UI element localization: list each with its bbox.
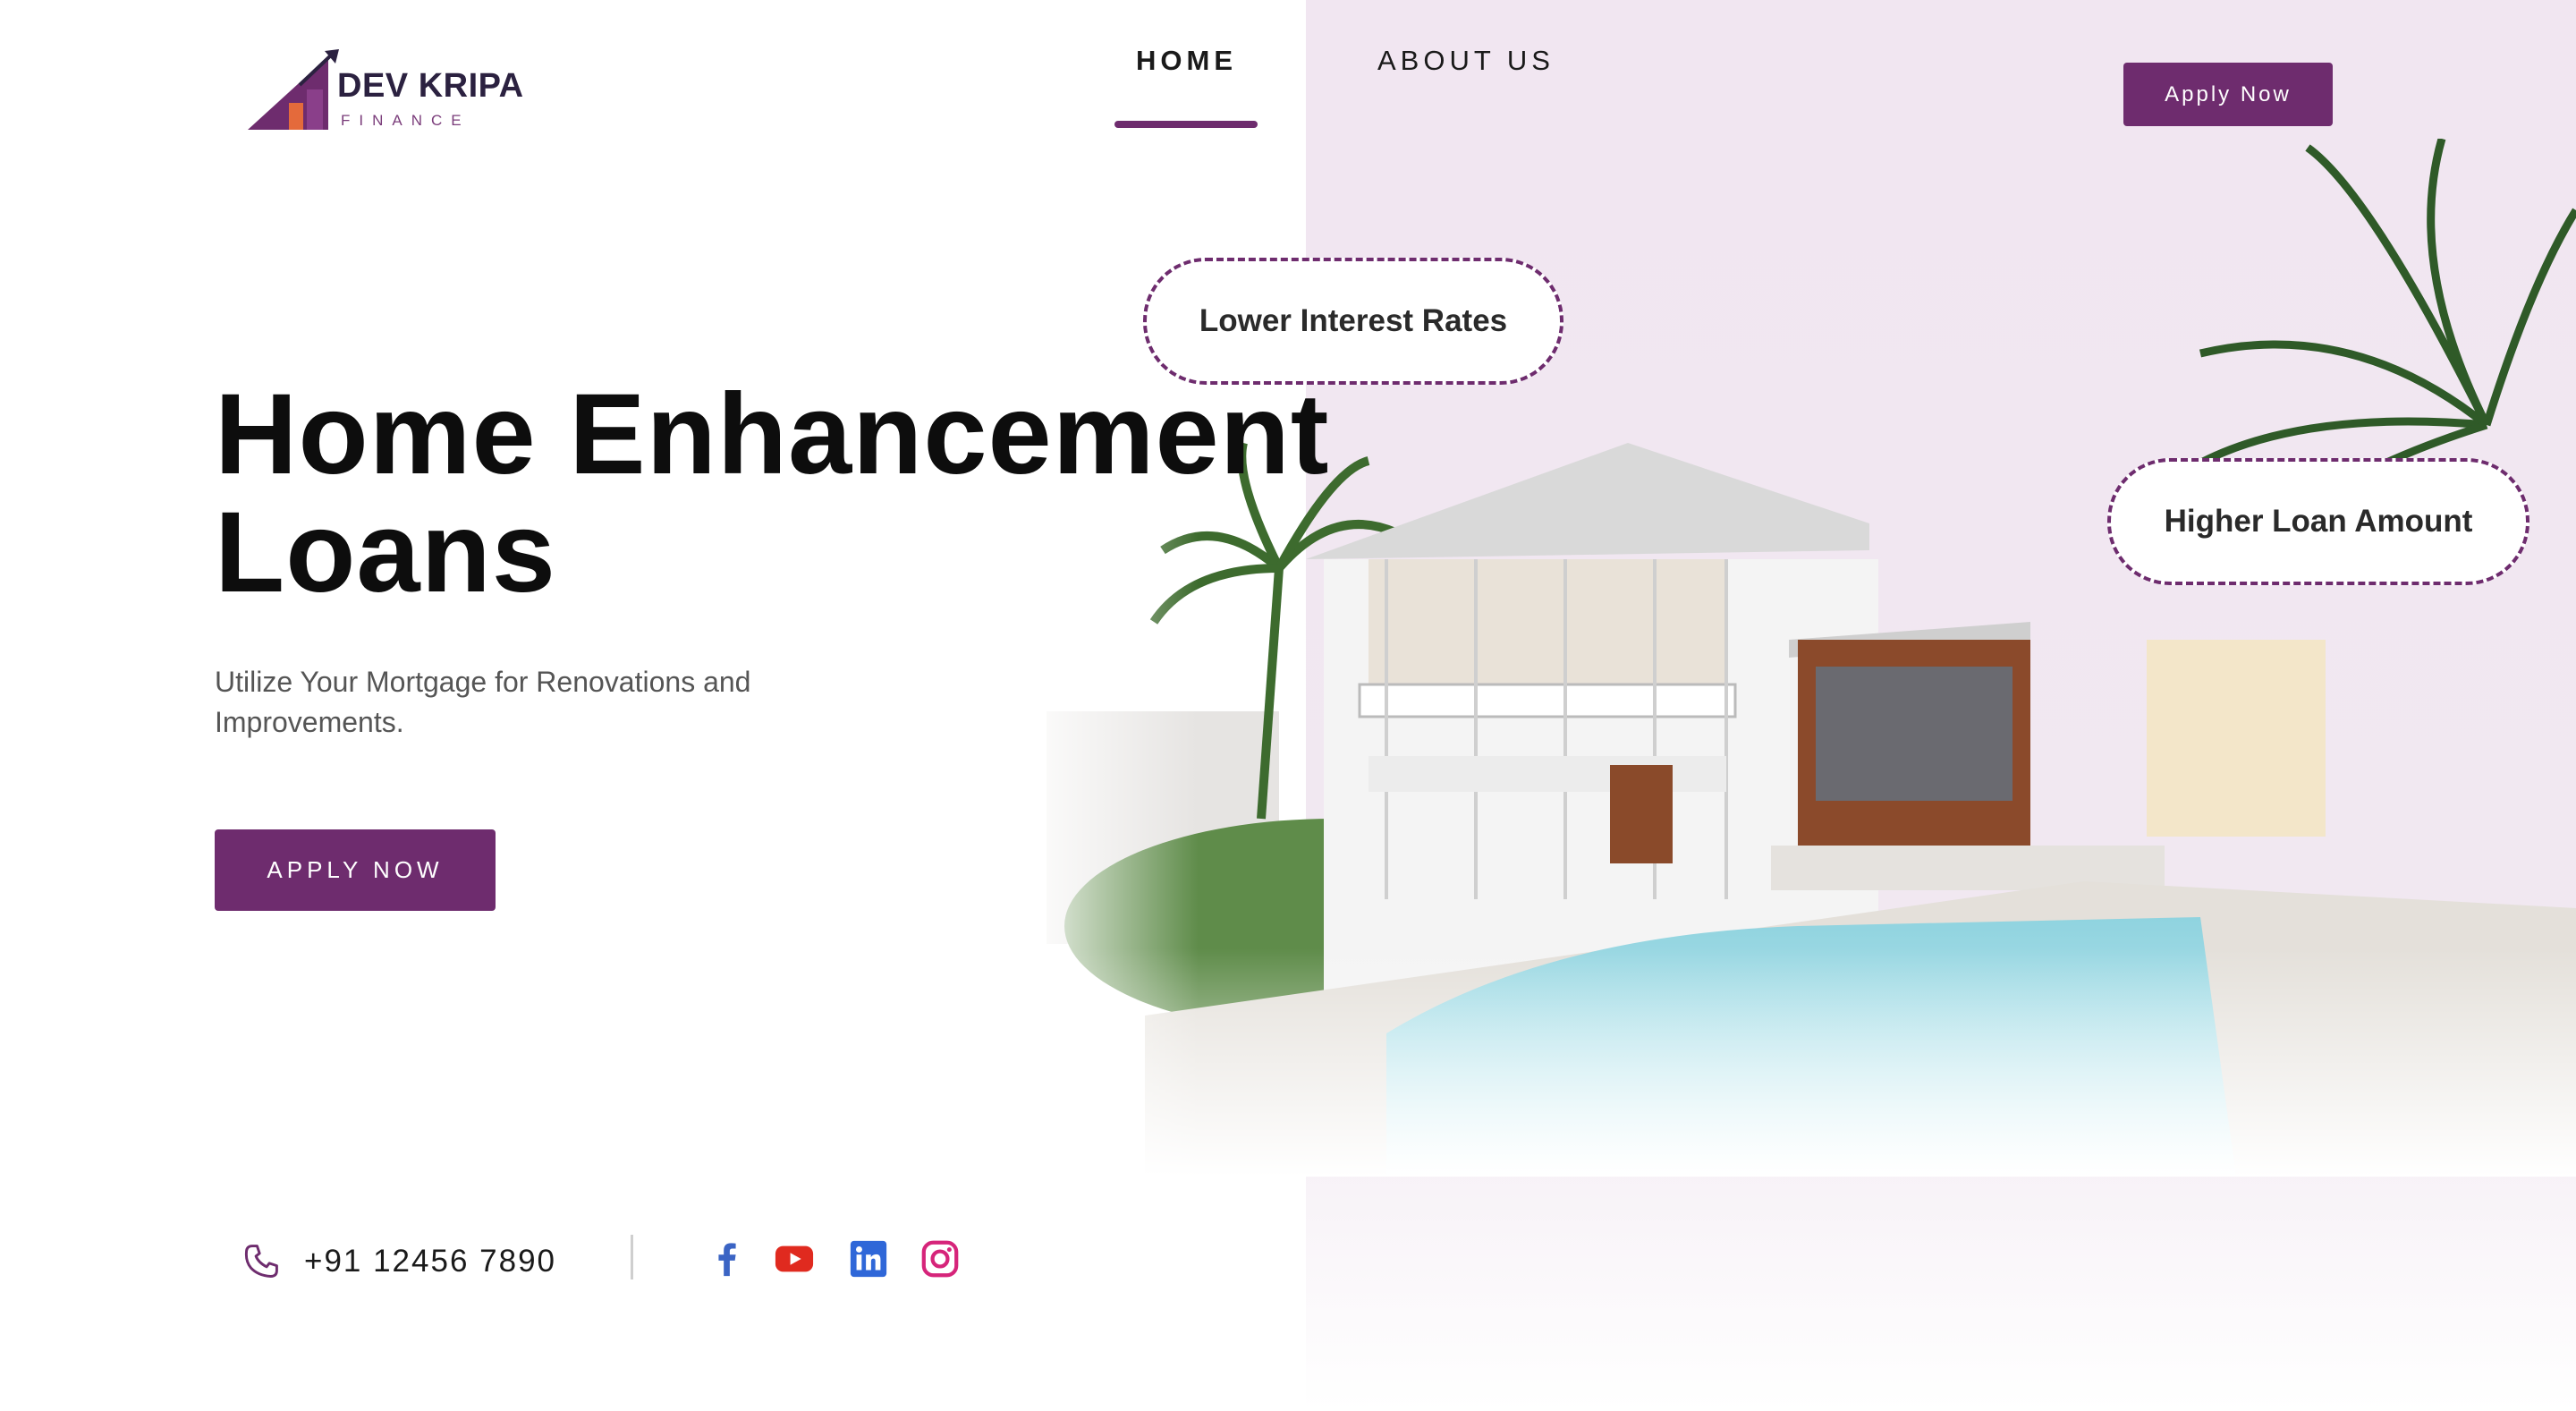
brand-tagline: FINANCE: [341, 112, 470, 129]
hero-title-line1: Home Enhancement: [215, 370, 1330, 498]
active-nav-indicator: [1114, 121, 1258, 128]
brand-name: DEV KRIPA: [337, 67, 524, 105]
brand-logo[interactable]: DEV KRIPA FINANCE: [246, 49, 532, 139]
linkedin-icon[interactable]: [848, 1238, 889, 1279]
hero-apply-now-button[interactable]: APPLY NOW: [215, 829, 496, 911]
youtube-icon[interactable]: [774, 1238, 815, 1279]
facebook-icon[interactable]: [707, 1238, 748, 1279]
hero-title-line2: Loans: [215, 489, 556, 616]
instagram-icon[interactable]: [919, 1238, 961, 1279]
logo-chart-icon: [248, 49, 339, 130]
contact-divider: [631, 1235, 633, 1279]
hero-title: Home Enhancement Loans: [215, 376, 1330, 612]
phone-icon: [244, 1245, 278, 1278]
higher-loan-amount-badge: Higher Loan Amount: [2107, 458, 2529, 585]
nav-home[interactable]: HOME: [1136, 45, 1237, 77]
lower-interest-rates-badge: Lower Interest Rates: [1143, 258, 1563, 385]
phone-number[interactable]: +91 12456 7890: [304, 1244, 556, 1279]
nav-about-us[interactable]: ABOUT US: [1377, 45, 1555, 77]
header-apply-now-button[interactable]: Apply Now: [2123, 63, 2333, 126]
hero-subtitle: Utilize Your Mortgage for Renovations an…: [215, 666, 751, 738]
